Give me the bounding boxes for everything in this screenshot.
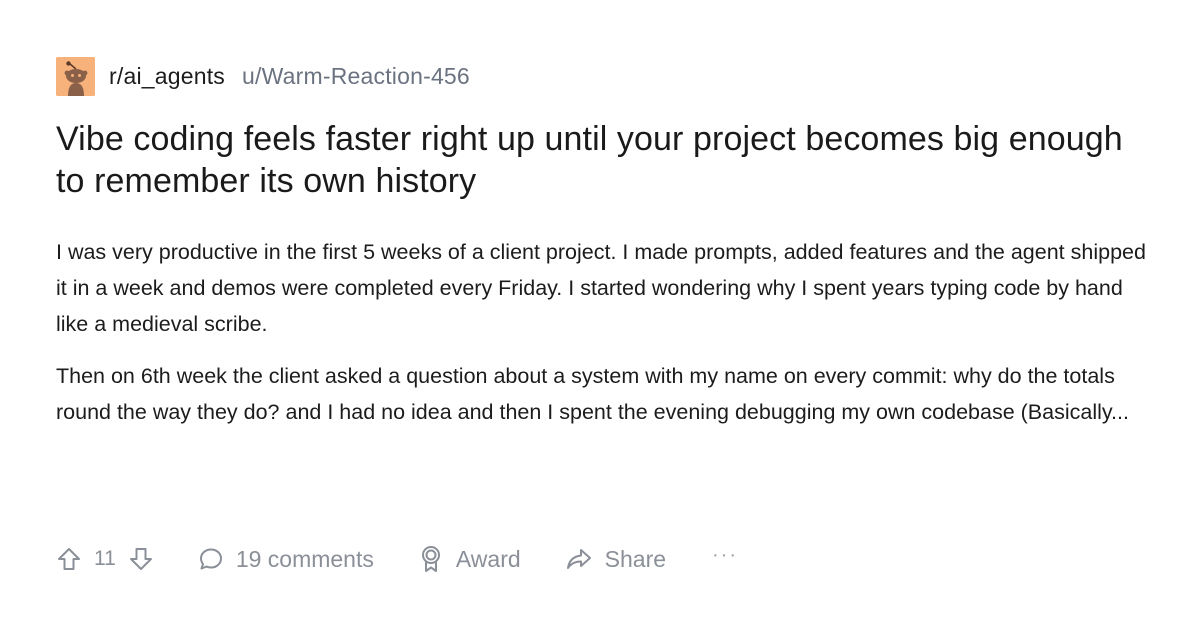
upvote-arrow-icon[interactable] (56, 546, 82, 572)
comment-bubble-icon (198, 546, 224, 572)
post-body: I was very productive in the first 5 wee… (56, 234, 1156, 430)
share-button[interactable]: Share (565, 546, 666, 573)
comments-label: 19 comments (235, 545, 374, 572)
reddit-snoo-avatar-icon[interactable] (56, 57, 95, 96)
post-actions-bar: 11 19 comments Award Share ··· (56, 540, 738, 578)
award-label: Award (455, 545, 521, 572)
vote-count: 11 (94, 547, 116, 570)
share-arrow-icon (565, 546, 593, 572)
post-paragraph: I was very productive in the first 5 wee… (56, 240, 1146, 336)
award-ribbon-icon (418, 545, 444, 573)
author-link[interactable]: u/Warm-Reaction-456 (242, 63, 470, 90)
comments-button[interactable]: 19 comments (198, 546, 374, 573)
award-button[interactable]: Award (418, 545, 521, 573)
post-meta: r/ai_agents u/Warm-Reaction-456 (56, 57, 1156, 96)
post-card: r/ai_agents u/Warm-Reaction-456 Vibe cod… (56, 57, 1156, 446)
more-options-button[interactable]: ··· (712, 544, 738, 567)
post-paragraph: Then on 6th week the client asked a ques… (56, 364, 1129, 424)
subreddit-link[interactable]: r/ai_agents (109, 63, 225, 90)
post-title[interactable]: Vibe coding feels faster right up until … (56, 118, 1156, 202)
vote-group: 11 (56, 546, 154, 572)
share-label: Share (604, 545, 667, 572)
downvote-arrow-icon[interactable] (128, 546, 154, 572)
